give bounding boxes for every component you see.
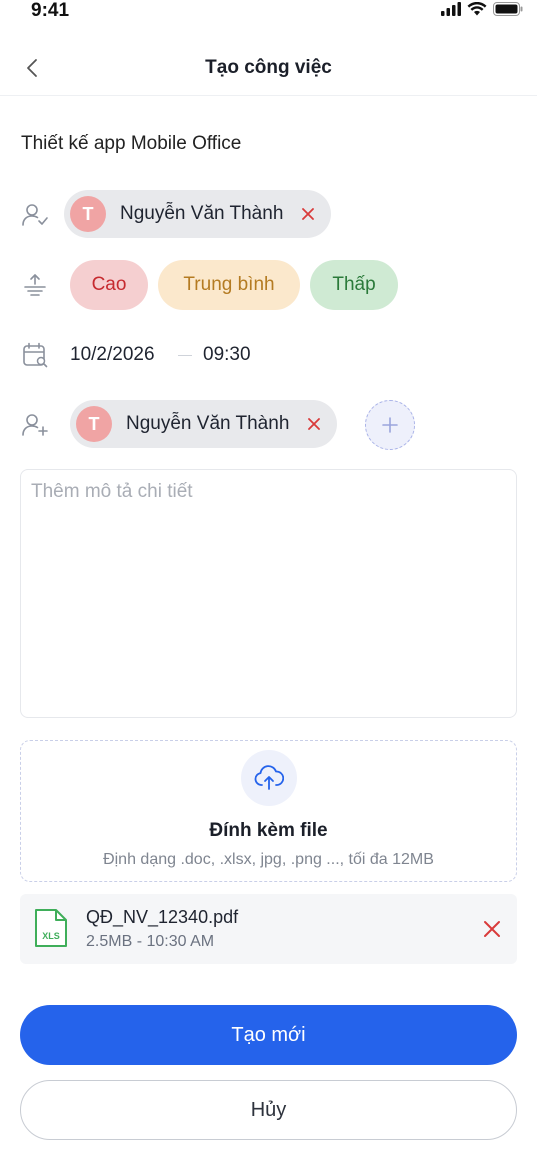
status-icons xyxy=(441,2,523,16)
calendar-search-icon xyxy=(23,342,48,368)
close-icon xyxy=(308,418,321,430)
remove-follower-button[interactable] xyxy=(307,417,321,431)
battery-icon xyxy=(493,2,523,16)
attachment-item[interactable]: XLS QĐ_NV_12340.pdf 2.5MB - 10:30 AM xyxy=(20,894,517,964)
remove-assignee-button[interactable] xyxy=(301,207,315,221)
assignee-chip[interactable]: T Nguyễn Văn Thành xyxy=(64,190,332,238)
description-box xyxy=(20,469,517,718)
create-button[interactable]: Tạo mới xyxy=(20,1005,517,1065)
sort-priority-icon xyxy=(24,274,46,296)
priority-high-button[interactable]: Cao xyxy=(70,260,148,310)
task-title[interactable]: Thiết kế app Mobile Office xyxy=(21,133,241,155)
cloud-upload-icon xyxy=(254,765,284,790)
calendar-icon xyxy=(20,340,50,370)
priority-low-button[interactable]: Thấp xyxy=(310,260,398,310)
header: Tạo công việc xyxy=(0,40,537,96)
upload-icon-wrap xyxy=(241,750,297,806)
close-icon xyxy=(484,921,500,937)
add-follower-button[interactable] xyxy=(365,400,415,450)
attachment-name: QĐ_NV_12340.pdf xyxy=(86,907,239,927)
avatar: T xyxy=(70,196,106,232)
file-type-label: XLS xyxy=(42,931,60,941)
attach-file-dropzone[interactable]: Đính kèm file Định dạng .doc, .xlsx, jpg… xyxy=(20,740,517,882)
user-add-icon xyxy=(22,414,48,436)
signal-icon xyxy=(441,2,461,16)
follower-name: Nguyễn Văn Thành xyxy=(126,413,290,434)
remove-attachment-button[interactable] xyxy=(481,918,503,940)
attachment-meta: 2.5MB - 10:30 AM xyxy=(86,933,215,950)
page-title: Tạo công việc xyxy=(205,57,332,78)
follower-icon xyxy=(20,410,50,440)
follower-chip[interactable]: T Nguyễn Văn Thành xyxy=(70,400,338,448)
priority-medium-button[interactable]: Trung bình xyxy=(158,260,300,310)
status-time: 9:41 xyxy=(31,0,70,21)
due-date[interactable]: 10/2/2026 xyxy=(70,344,155,366)
description-input[interactable] xyxy=(31,481,506,706)
status-bar: 9:41 xyxy=(0,0,537,30)
due-time[interactable]: 09:30 xyxy=(203,344,251,366)
avatar: T xyxy=(76,406,112,442)
date-separator xyxy=(178,355,192,356)
plus-icon xyxy=(382,417,398,433)
cancel-button[interactable]: Hủy xyxy=(20,1080,517,1140)
upload-title: Đính kèm file xyxy=(209,820,328,841)
wifi-icon xyxy=(467,2,487,16)
close-icon xyxy=(302,208,315,220)
upload-subtitle: Định dạng .doc, .xlsx, jpg, .png ..., tố… xyxy=(103,851,434,868)
priority-icon xyxy=(20,270,50,300)
assignee-name: Nguyễn Văn Thành xyxy=(120,203,284,224)
xls-file-icon: XLS xyxy=(35,909,67,947)
user-check-icon xyxy=(22,204,48,226)
assignee-icon xyxy=(20,200,50,230)
